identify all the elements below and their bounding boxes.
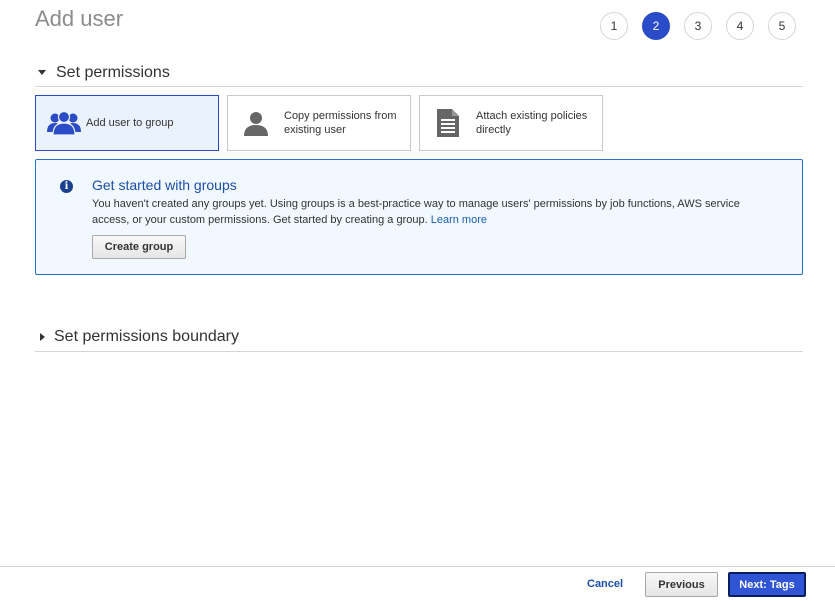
page-title: Add user (35, 6, 124, 31)
caret-right-icon (40, 333, 45, 341)
add-user-to-group-option[interactable]: Add user to group (35, 95, 219, 151)
attach-policies-option[interactable]: Attach existing policies directly (419, 95, 603, 151)
permission-options: Add user to group Copy permissions from … (35, 95, 611, 151)
add-user-to-group-label: Add user to group (86, 117, 174, 129)
create-group-button[interactable]: Create group (92, 235, 186, 259)
set-permissions-boundary-header[interactable]: Set permissions boundary (35, 327, 803, 352)
cancel-link[interactable]: Cancel (587, 578, 623, 590)
wizard-step-2[interactable]: 2 (642, 12, 670, 40)
wizard-step-1[interactable]: 1 (600, 12, 628, 40)
users-group-icon (46, 108, 82, 138)
info-title: Get started with groups (92, 177, 237, 193)
set-permissions-boundary-label: Set permissions boundary (54, 328, 239, 345)
wizard-step-4[interactable]: 4 (726, 12, 754, 40)
wizard-steps: 1 2 3 4 5 (600, 12, 810, 40)
info-body-text: You haven't created any groups yet. Usin… (92, 198, 740, 226)
wizard-step-5[interactable]: 5 (768, 12, 796, 40)
attach-policies-label: Attach existing policies directly (476, 110, 588, 136)
learn-more-link[interactable]: Learn more (431, 214, 487, 226)
document-icon (430, 108, 466, 138)
groups-info-box: i Get started with groups You haven't cr… (35, 159, 803, 275)
info-icon: i (60, 180, 73, 193)
next-tags-button[interactable]: Next: Tags (728, 572, 806, 597)
copy-permissions-label: Copy permissions from existing user (284, 110, 397, 136)
set-permissions-header[interactable]: Set permissions (35, 63, 803, 87)
previous-button[interactable]: Previous (645, 572, 718, 597)
info-body: You haven't created any groups yet. Usin… (92, 196, 772, 228)
wizard-step-3[interactable]: 3 (684, 12, 712, 40)
copy-permissions-option[interactable]: Copy permissions from existing user (227, 95, 411, 151)
user-icon (238, 108, 274, 138)
set-permissions-label: Set permissions (56, 63, 170, 81)
caret-down-icon (38, 70, 46, 75)
